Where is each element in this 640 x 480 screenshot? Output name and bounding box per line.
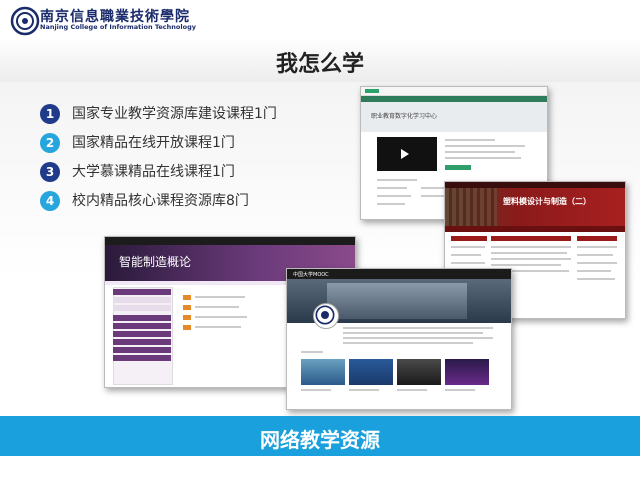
number-badge: 4 bbox=[40, 191, 60, 211]
mooc-screenshot: 中国大学MOOC bbox=[286, 268, 512, 410]
list-item: 3 大学慕课精品在线课程1门 bbox=[40, 158, 340, 187]
mooc-header-text: 中国大学MOOC bbox=[293, 272, 329, 278]
header: 南京信息職業技術學院 Nanjing College of Informatio… bbox=[0, 0, 640, 36]
list-item-label: 国家精品在线开放课程1门 bbox=[72, 135, 235, 151]
resource-list: 1 国家专业教学资源库建设课程1门 2 国家精品在线开放课程1门 3 大学慕课精… bbox=[40, 100, 340, 216]
bottom-strip bbox=[0, 456, 640, 480]
footer-title: 网络教学资源 bbox=[260, 428, 380, 452]
school-logo-icon bbox=[10, 6, 40, 36]
list-item-label: 国家专业教学资源库建设课程1门 bbox=[72, 106, 277, 122]
number-badge: 3 bbox=[40, 162, 60, 182]
list-item-label: 大学慕课精品在线课程1门 bbox=[72, 164, 235, 180]
plastic-banner-text: 塑料模设计与制造（二） bbox=[503, 197, 591, 206]
number-badge: 2 bbox=[40, 133, 60, 153]
list-item: 1 国家专业教学资源库建设课程1门 bbox=[40, 100, 340, 129]
vocational-banner-text: 职业教育数字化学习中心 bbox=[371, 113, 438, 120]
page-title: 我怎么学 bbox=[275, 52, 364, 77]
mooc-school-logo-icon bbox=[315, 305, 335, 325]
school-name-en: Nanjing College of Information Technolog… bbox=[40, 23, 196, 31]
smart-banner-text: 智能制造概论 bbox=[119, 255, 192, 269]
list-item: 2 国家精品在线开放课程1门 bbox=[40, 129, 340, 158]
number-badge: 1 bbox=[40, 104, 60, 124]
list-item-label: 校内精品核心课程资源库8门 bbox=[72, 193, 249, 209]
list-item: 4 校内精品核心课程资源库8门 bbox=[40, 187, 340, 216]
